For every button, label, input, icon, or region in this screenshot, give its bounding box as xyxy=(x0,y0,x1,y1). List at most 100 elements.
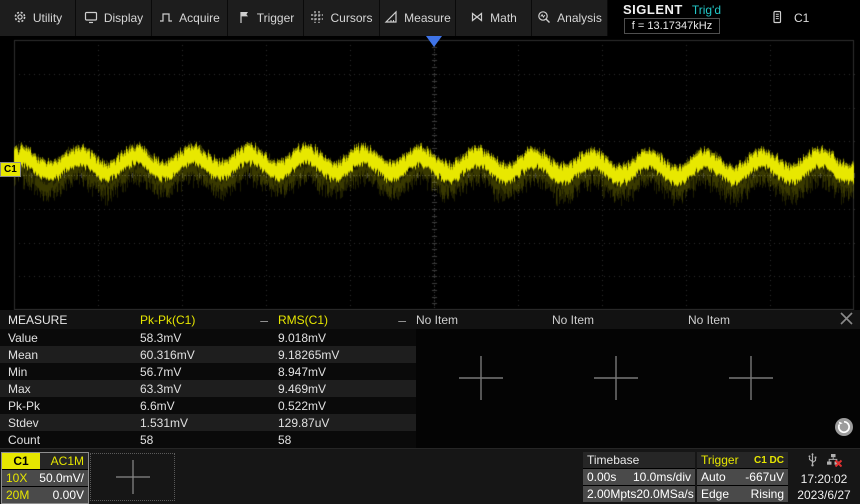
waveform-display[interactable]: C1 xyxy=(0,36,860,310)
vertical-scale-value: 50.0mV/ xyxy=(39,471,84,485)
timebase-scale-value: 10.0ms/div xyxy=(633,470,691,484)
plus-icon xyxy=(591,353,641,403)
add-measure-button[interactable] xyxy=(726,353,776,408)
stat-label: Mean xyxy=(0,348,140,362)
close-icon xyxy=(839,311,854,329)
bottom-status-bar: C1 AC1M 10X 50.0mV/ 20M 0.00V Timebase 0… xyxy=(0,448,860,504)
measure-column-label: RMS(C1) xyxy=(278,313,328,327)
menu-item-label: Measure xyxy=(404,11,451,25)
stat-label: Value xyxy=(0,331,140,345)
cursors-icon xyxy=(310,10,324,27)
measure-column-label: Pk-Pk(C1) xyxy=(140,313,195,327)
stat-value: 129.87uV xyxy=(278,416,416,430)
active-channel-indicator[interactable]: C1 xyxy=(770,0,809,36)
top-menu-bar: Utility Display Acquire Trigger Cursors … xyxy=(0,0,860,36)
trigger-flag-icon xyxy=(237,10,251,27)
menu-item-measure[interactable]: Measure xyxy=(380,0,456,36)
timebase-delay-value: 0.00s xyxy=(587,470,616,484)
remove-measure-icon[interactable]: – xyxy=(260,315,268,325)
menu-item-acquire[interactable]: Acquire xyxy=(152,0,228,36)
menu-item-label: Display xyxy=(104,11,143,25)
trigger-descriptor-box[interactable]: Trigger C1 DC Auto -667uV Edge Rising xyxy=(697,452,788,502)
timebase-descriptor-box[interactable]: Timebase 0.00s 10.0ms/div 2.00Mpts 20.0M… xyxy=(583,452,695,502)
stat-label: Pk-Pk xyxy=(0,399,140,413)
measure-panel: MEASURE Pk-Pk(C1) – RMS(C1) – No Item No… xyxy=(0,310,860,448)
table-row: Value58.3mV9.018mV xyxy=(0,329,860,346)
memory-depth-value: 2.00Mpts xyxy=(587,487,636,501)
reset-statistics-button[interactable] xyxy=(834,417,854,442)
plus-icon xyxy=(456,353,506,403)
measure-empty-slot-label[interactable]: No Item xyxy=(416,313,552,327)
sample-rate-value: 20.0MSa/s xyxy=(636,487,693,501)
trigger-slope-value: Rising xyxy=(751,487,784,501)
measure-title: MEASURE xyxy=(0,313,140,327)
main-menu: Utility Display Acquire Trigger Cursors … xyxy=(0,0,608,36)
channel-coupling-value: AC1M xyxy=(40,453,88,469)
add-measure-button[interactable] xyxy=(591,353,641,408)
clock-time: 17:20:02 xyxy=(801,472,848,486)
stat-value: 58.3mV xyxy=(140,331,278,345)
add-channel-button[interactable] xyxy=(90,453,175,501)
remove-measure-icon[interactable]: – xyxy=(398,315,406,325)
stat-value: 60.316mV xyxy=(140,348,278,362)
measure-empty-slot-label[interactable]: No Item xyxy=(552,313,688,327)
usb-icon[interactable] xyxy=(806,453,819,470)
clock-date: 2023/6/27 xyxy=(797,488,850,502)
stat-value: 58 xyxy=(278,433,416,447)
plus-icon xyxy=(726,353,776,403)
stat-value: 0.522mV xyxy=(278,399,416,413)
add-measure-button[interactable] xyxy=(456,353,506,408)
menu-item-math[interactable]: Math xyxy=(456,0,532,36)
channel-name-badge: C1 xyxy=(2,453,40,469)
trigger-source-value: C1 DC xyxy=(754,455,784,466)
trigger-frequency-readout: f = 13.17347kHz xyxy=(624,18,720,34)
active-channel-label: C1 xyxy=(794,11,809,25)
acquire-icon xyxy=(159,10,173,27)
trigger-title: Trigger xyxy=(701,453,739,467)
close-measure-panel-button[interactable] xyxy=(832,311,860,329)
gear-icon xyxy=(13,10,27,27)
menu-item-cursors[interactable]: Cursors xyxy=(304,0,380,36)
bandwidth-limit-value: 20M xyxy=(6,488,29,502)
measure-column-pkpk: Pk-Pk(C1) – xyxy=(140,313,278,327)
menu-item-label: Analysis xyxy=(557,11,602,25)
stat-value: 9.018mV xyxy=(278,331,416,345)
channel-trace-marker[interactable]: C1 xyxy=(0,162,21,177)
display-icon xyxy=(84,10,98,27)
menu-item-label: Cursors xyxy=(330,11,372,25)
stat-value: 9.469mV xyxy=(278,382,416,396)
vertical-offset-value: 0.00V xyxy=(53,488,84,502)
system-status-area: 17:20:02 2023/6/27 xyxy=(790,452,858,502)
stat-value: 56.7mV xyxy=(140,365,278,379)
measure-icon xyxy=(384,10,398,27)
menu-item-display[interactable]: Display xyxy=(76,0,152,36)
menu-item-label: Acquire xyxy=(179,11,220,25)
lan-disconnected-icon[interactable] xyxy=(826,453,842,470)
menu-item-analysis[interactable]: Analysis xyxy=(532,0,608,36)
trigger-status-badge: Trig'd xyxy=(692,3,721,17)
waveform-canvas xyxy=(0,36,860,310)
stat-label: Stdev xyxy=(0,416,140,430)
trigger-type-value: Edge xyxy=(701,487,729,501)
trigger-mode-value: Auto xyxy=(701,470,726,484)
measure-empty-slot-label[interactable]: No Item xyxy=(688,313,824,327)
menu-item-utility[interactable]: Utility xyxy=(0,0,76,36)
stat-label: Count xyxy=(0,433,140,447)
timebase-title: Timebase xyxy=(587,453,639,467)
trigger-position-marker[interactable] xyxy=(426,36,442,47)
stat-value: 6.6mV xyxy=(140,399,278,413)
measure-header-row: MEASURE Pk-Pk(C1) – RMS(C1) – No Item No… xyxy=(0,310,860,329)
stat-value: 1.531mV xyxy=(140,416,278,430)
refresh-icon xyxy=(834,417,854,437)
table-row: Count5858 xyxy=(0,431,860,448)
math-icon xyxy=(470,10,484,27)
stat-value: 58 xyxy=(140,433,278,447)
menu-item-label: Trigger xyxy=(257,11,295,25)
channel1-descriptor-box[interactable]: C1 AC1M 10X 50.0mV/ 20M 0.00V xyxy=(1,452,89,504)
stat-label: Min xyxy=(0,365,140,379)
measure-column-rms: RMS(C1) – xyxy=(278,313,416,327)
menu-item-label: Utility xyxy=(33,11,62,25)
brand-block: SIGLENT Trig'd f = 13.17347kHz xyxy=(608,0,736,36)
menu-item-trigger[interactable]: Trigger xyxy=(228,0,304,36)
table-row: Stdev1.531mV129.87uV xyxy=(0,414,860,431)
